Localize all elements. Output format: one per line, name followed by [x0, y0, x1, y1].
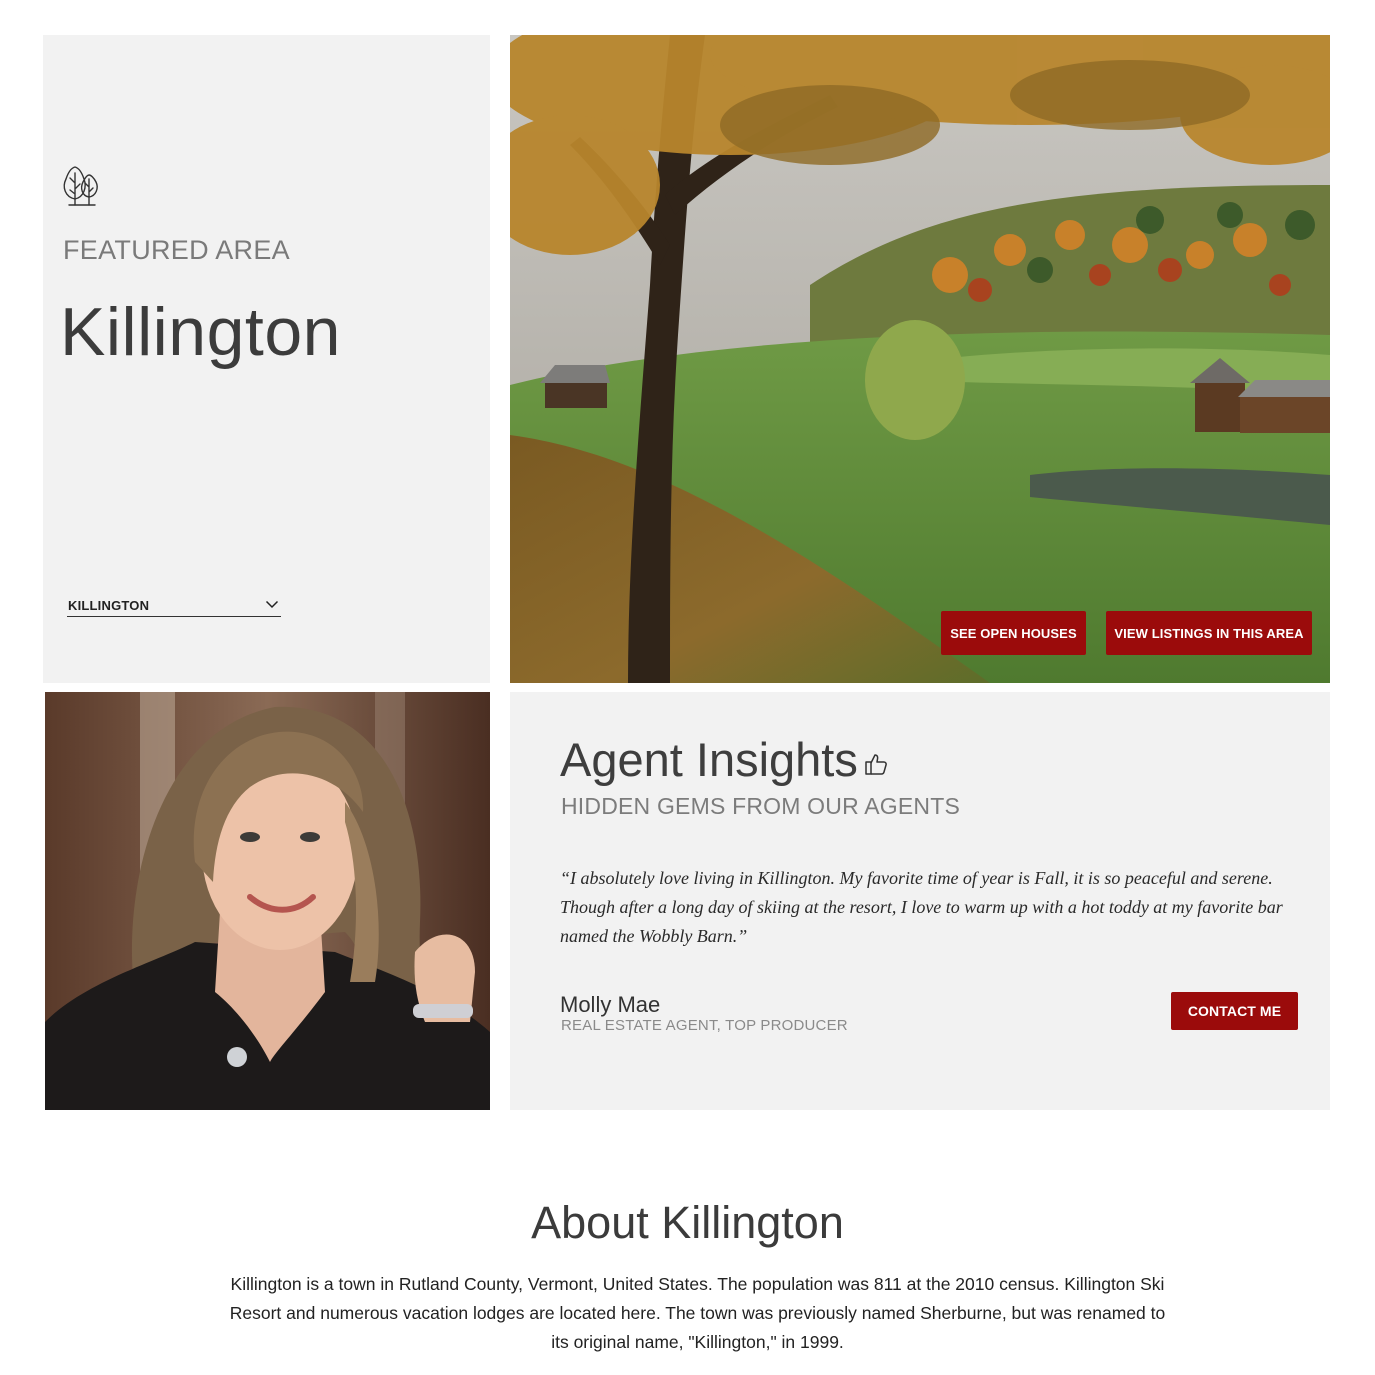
thumbs-up-icon	[864, 752, 888, 776]
view-listings-button[interactable]: VIEW LISTINGS IN THIS AREA	[1106, 611, 1312, 655]
contact-me-button[interactable]: CONTACT ME	[1171, 992, 1298, 1030]
agent-name: Molly Mae	[560, 992, 661, 1017]
agent-role: REAL ESTATE AGENT, TOP PRODUCER	[561, 1017, 848, 1034]
featured-area-eyebrow: FEATURED AREA	[63, 235, 290, 265]
landscape-illustration	[510, 35, 1330, 683]
trees-icon	[61, 163, 103, 207]
chevron-down-icon	[265, 600, 279, 609]
agent-insights-title: Agent Insights	[560, 733, 858, 786]
about-title: About Killington	[531, 1197, 844, 1248]
agent-quote: “I absolutely love living in Killington.…	[560, 868, 1283, 946]
featured-area-panel: FEATURED AREA Killington KILLINGTON	[43, 35, 490, 683]
about-description: Killington is a town in Rutland County, …	[229, 1274, 1166, 1352]
see-open-houses-button[interactable]: SEE OPEN HOUSES	[941, 611, 1086, 655]
area-select[interactable]: KILLINGTON	[67, 596, 281, 617]
featured-area-title: Killington	[60, 294, 341, 370]
agent-insights-panel: Agent Insights HIDDEN GEMS FROM OUR AGEN…	[510, 692, 1330, 1110]
area-hero-image: SEE OPEN HOUSES VIEW LISTINGS IN THIS AR…	[510, 35, 1330, 683]
area-select-value: KILLINGTON	[68, 598, 150, 613]
agent-photo	[45, 692, 490, 1110]
agent-insights-subtitle: HIDDEN GEMS FROM OUR AGENTS	[561, 793, 960, 819]
